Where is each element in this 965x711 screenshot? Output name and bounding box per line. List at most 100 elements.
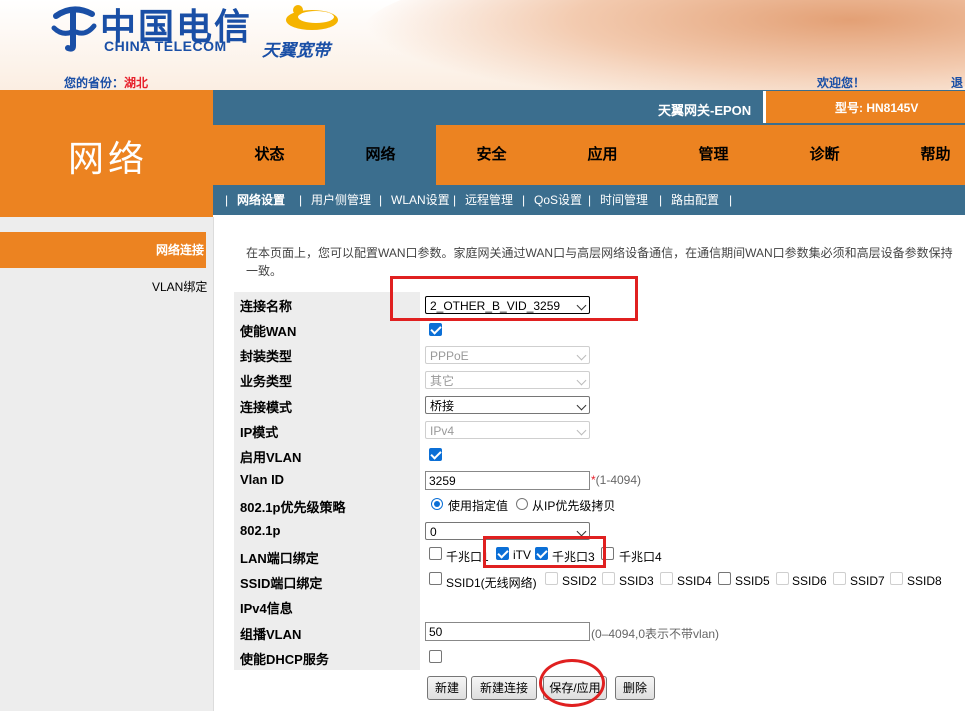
tab-diagnose[interactable]: 诊断 bbox=[769, 125, 880, 185]
ssid7-label: SSID7 bbox=[850, 574, 885, 588]
label-enable-vlan: 启用VLAN bbox=[240, 450, 302, 465]
ip-mode-value: IPv4 bbox=[430, 424, 455, 438]
enable-vlan-checkbox[interactable] bbox=[429, 448, 442, 461]
label-multicast-vlan: 组播VLAN bbox=[240, 627, 302, 642]
enable-wan-checkbox[interactable] bbox=[429, 323, 442, 336]
vlan-id-input[interactable]: 3259 bbox=[425, 471, 590, 490]
logout-link[interactable]: 退 bbox=[951, 74, 963, 91]
priority-specified-radio[interactable] bbox=[431, 498, 443, 510]
ssid4-checkbox[interactable] bbox=[660, 572, 673, 585]
subnav-separator: | bbox=[379, 193, 383, 207]
label-connection-mode: 连接模式 bbox=[240, 400, 293, 415]
delete-button[interactable]: 删除 bbox=[615, 676, 655, 700]
annotation-circle-save bbox=[539, 659, 605, 707]
ssid3-checkbox[interactable] bbox=[602, 572, 615, 585]
ssid2-checkbox[interactable] bbox=[545, 572, 558, 585]
priority-copy-label: 从IP优先级拷贝 bbox=[532, 499, 616, 513]
ip-mode-select[interactable]: IPv4 bbox=[425, 421, 590, 439]
multicast-vlan-input[interactable]: 50 bbox=[425, 622, 590, 641]
subnav-separator: | bbox=[659, 193, 663, 207]
tab-status[interactable]: 状态 bbox=[214, 125, 325, 185]
label-encapsulation: 封装类型 bbox=[240, 349, 293, 364]
subnav-remote[interactable]: 远程管理 bbox=[465, 185, 513, 215]
vlan-id-hint: *(1-4094) bbox=[591, 473, 641, 487]
page-description-line2: 一致。 bbox=[246, 264, 283, 278]
lan-port4-label: 千兆口4 bbox=[619, 550, 662, 564]
tab-network[interactable]: 网络 bbox=[325, 125, 436, 185]
page-description-line1: 在本页面上，您可以配置WAN口参数。家庭网关通过WAN口与高层网络设备通信，在通… bbox=[246, 246, 953, 260]
section-title: 网络 bbox=[68, 138, 149, 179]
chevron-down-icon bbox=[576, 400, 587, 411]
connection-mode-select[interactable]: 桥接 bbox=[425, 396, 590, 414]
subnav-network-settings[interactable]: 网络设置 bbox=[237, 185, 285, 215]
tab-help[interactable]: 帮助 bbox=[880, 125, 965, 185]
subnav-separator: | bbox=[729, 193, 733, 207]
lan-port1-checkbox[interactable] bbox=[429, 547, 442, 560]
new-button[interactable]: 新建 bbox=[427, 676, 467, 700]
ssid6-label: SSID6 bbox=[792, 574, 827, 588]
subnav-separator: | bbox=[522, 193, 526, 207]
new-connection-button[interactable]: 新建连接 bbox=[471, 676, 537, 700]
subnav-separator: | bbox=[588, 193, 592, 207]
device-model: 型号: HN8145V bbox=[835, 101, 919, 115]
service-type-value: 其它 bbox=[430, 374, 455, 388]
enable-dhcp-checkbox[interactable] bbox=[429, 650, 442, 663]
tab-security[interactable]: 安全 bbox=[436, 125, 547, 185]
subnav-user-side[interactable]: 用户侧管理 bbox=[311, 185, 371, 215]
tab-application[interactable]: 应用 bbox=[547, 125, 658, 185]
8021p-value: 0 bbox=[430, 525, 437, 539]
ssid5-label: SSID5 bbox=[735, 574, 770, 588]
province-value: 湖北 bbox=[124, 76, 149, 90]
label-ssid-binding: SSID端口绑定 bbox=[240, 576, 323, 591]
label-connection-name: 连接名称 bbox=[240, 299, 293, 314]
label-lan-binding: LAN端口绑定 bbox=[240, 551, 319, 566]
china-telecom-logo-icon bbox=[51, 6, 97, 52]
ssid4-label: SSID4 bbox=[677, 574, 712, 588]
chevron-down-icon bbox=[576, 526, 587, 537]
main-nav: 状态 网络 安全 应用 管理 诊断 帮助 bbox=[213, 125, 965, 185]
ssid8-checkbox[interactable] bbox=[890, 572, 903, 585]
subnav-routing[interactable]: 路由配置 bbox=[671, 185, 719, 215]
service-type-select[interactable]: 其它 bbox=[425, 371, 590, 389]
sidebar-item-network-connection[interactable]: 网络连接 bbox=[0, 232, 206, 268]
subnav-separator: | bbox=[299, 193, 303, 207]
label-enable-dhcp: 使能DHCP服务 bbox=[240, 652, 329, 667]
subnav-qos[interactable]: QoS设置 bbox=[534, 185, 582, 215]
gateway-name: 天翼网关-EPON bbox=[658, 103, 752, 118]
province-label: 您的省份： bbox=[64, 76, 125, 90]
sidebar-item-vlan-binding[interactable]: VLAN绑定 bbox=[152, 278, 207, 295]
ssid6-checkbox[interactable] bbox=[776, 572, 789, 585]
encapsulation-select[interactable]: PPPoE bbox=[425, 346, 590, 364]
ssid7-checkbox[interactable] bbox=[833, 572, 846, 585]
welcome-text: 欢迎您！ bbox=[817, 76, 866, 90]
section-banner: 网络 bbox=[0, 90, 213, 217]
header-swoosh bbox=[360, 0, 965, 90]
connection-mode-value: 桥接 bbox=[430, 399, 455, 413]
subnav-separator: | bbox=[225, 193, 229, 207]
sidebar-item-label: 网络连接 bbox=[155, 243, 204, 257]
label-ipv4-info: IPv4信息 bbox=[240, 601, 293, 616]
label-ip-mode: IP模式 bbox=[240, 425, 279, 440]
chevron-down-icon bbox=[576, 425, 587, 436]
label-vlan-id: Vlan ID bbox=[240, 472, 285, 487]
encapsulation-value: PPPoE bbox=[430, 349, 469, 363]
subnav-separator: | bbox=[453, 193, 457, 207]
tab-management[interactable]: 管理 bbox=[658, 125, 769, 185]
ssid2-label: SSID2 bbox=[562, 574, 597, 588]
priority-copy-radio[interactable] bbox=[516, 498, 528, 510]
brand-name-en: CHINA TELECOM bbox=[104, 38, 227, 54]
ssid1-checkbox[interactable] bbox=[429, 572, 442, 585]
ssid8-label: SSID8 bbox=[907, 574, 942, 588]
subnav-time[interactable]: 时间管理 bbox=[600, 185, 648, 215]
chevron-down-icon bbox=[576, 350, 587, 361]
tianyi-logo-icon bbox=[286, 5, 338, 30]
sub-nav: | 网络设置 | 用户侧管理 | WLAN设置 | 远程管理 | QoS设置 |… bbox=[213, 185, 965, 215]
ssid5-checkbox[interactable] bbox=[718, 572, 731, 585]
label-8021p: 802.1p bbox=[240, 523, 281, 538]
priority-specified-label: 使用指定值 bbox=[448, 499, 509, 513]
annotation-box-lan-ports bbox=[483, 536, 606, 568]
label-service-type: 业务类型 bbox=[240, 374, 293, 389]
ssid1-label: SSID1(无线网络) bbox=[446, 576, 537, 590]
province-info: 您的省份：湖北 bbox=[64, 74, 148, 91]
subnav-wlan[interactable]: WLAN设置 bbox=[391, 185, 450, 215]
